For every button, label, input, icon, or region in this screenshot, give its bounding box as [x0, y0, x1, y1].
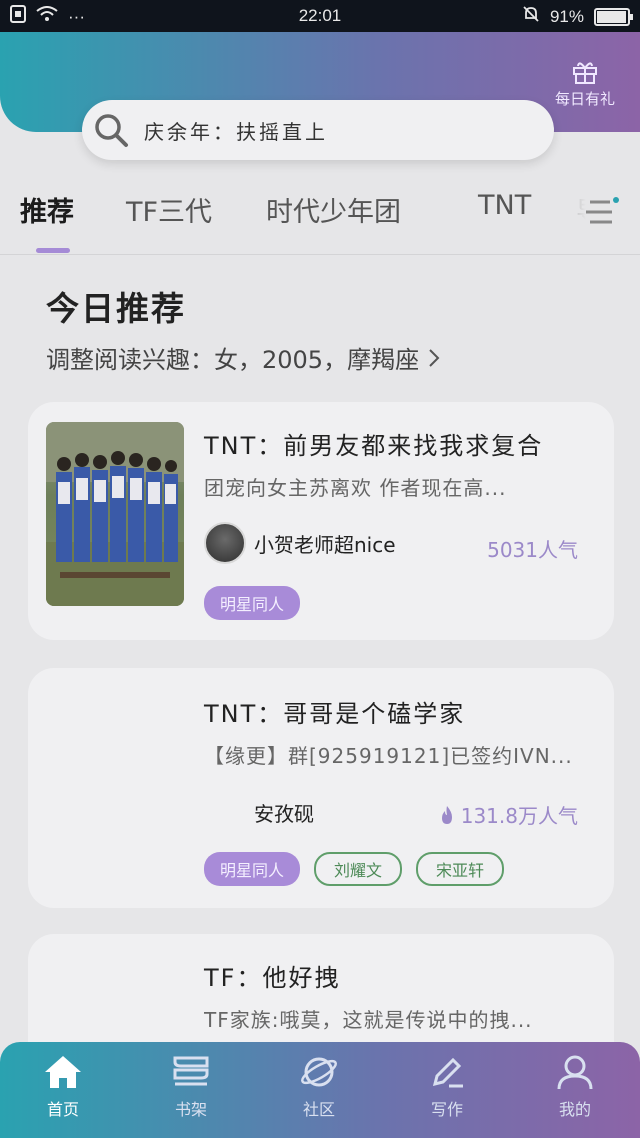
book-card[interactable]: TNT：哥哥是个磕学家 【缘更】群[925919121]已签约IVN... 安孜…	[28, 668, 614, 908]
book-title: TF：他好拽	[204, 964, 341, 992]
book-description: 团宠向女主苏离欢 作者现在高...	[204, 476, 507, 500]
tag[interactable]: 明星同人	[204, 586, 301, 620]
bottom-navigation: 首页 书架 社区 写作 我的	[0, 1042, 640, 1138]
nav-write[interactable]: 写作	[402, 1054, 492, 1120]
tab-tnt-group[interactable]: 时代少年团	[266, 190, 401, 229]
profile-icon	[557, 1055, 593, 1090]
pen-icon	[432, 1057, 463, 1088]
status-bar: ··· 22:01 91%	[0, 0, 640, 32]
nav-label: 书架	[174, 1100, 207, 1119]
battery-icon	[594, 7, 633, 26]
book-cover	[46, 422, 184, 606]
home-icon	[45, 1056, 81, 1088]
nav-label: 首页	[46, 1100, 79, 1119]
tab-tf3[interactable]: TF三代	[126, 190, 212, 229]
gift-icon	[573, 62, 597, 84]
tab-menu-button[interactable]	[558, 192, 628, 238]
tag[interactable]: 刘耀文	[314, 852, 403, 886]
book-card[interactable]: TNT：前男友都来找我求复合 团宠向女主苏离欢 作者现在高... 小贺老师超ni…	[28, 402, 614, 640]
tab-tnt[interactable]: TNT	[478, 190, 531, 221]
section-title: 今日推荐	[46, 289, 186, 328]
nav-bookshelf[interactable]: 书架	[146, 1054, 236, 1120]
bookshelf-icon	[173, 1056, 209, 1086]
book-title: TNT：哥哥是个磕学家	[204, 700, 466, 728]
active-tab-indicator	[36, 248, 70, 253]
search-placeholder: 庆余年：扶摇直上	[144, 119, 328, 144]
mute-bell-icon	[522, 5, 540, 28]
tag-row: 明星同人 刘耀文 宋亚轩	[204, 852, 505, 886]
author-name: 安孜砚	[254, 802, 314, 826]
nav-label: 社区	[302, 1100, 335, 1119]
book-title: TNT：前男友都来找我求复合	[204, 432, 544, 460]
battery-fill	[597, 10, 627, 23]
gift-label: 每日有礼	[554, 90, 615, 108]
category-tabs: 推荐 TF三代 时代少年团 TNT 导	[0, 190, 640, 253]
search-bar[interactable]: 庆余年：扶摇直上	[82, 100, 554, 160]
nav-home[interactable]: 首页	[18, 1054, 108, 1120]
tabs-divider	[0, 254, 640, 255]
nav-profile[interactable]: 我的	[530, 1054, 620, 1120]
tab-recommend[interactable]: 推荐	[20, 190, 74, 229]
popularity: 131.8万人气	[439, 800, 578, 829]
book-description: 【缘更】群[925919121]已签约IVN...	[204, 744, 573, 768]
interest-settings-link[interactable]: 调整阅读兴趣：女，2005，摩羯座	[46, 340, 441, 375]
popularity: 5031人气	[487, 538, 578, 562]
planet-icon	[301, 1057, 337, 1087]
battery-percent: 91%	[549, 6, 584, 26]
search-icon	[95, 114, 128, 147]
popularity-value: 131.8万人气	[460, 804, 578, 828]
author[interactable]: 小贺老师超nice	[204, 522, 396, 564]
menu-icon	[586, 197, 619, 224]
book-description: TF家族:哦莫，这就是传说中的拽...	[204, 1008, 533, 1032]
nav-community[interactable]: 社区	[274, 1054, 364, 1120]
tag[interactable]: 宋亚轩	[416, 852, 505, 886]
nav-label: 我的	[558, 1100, 591, 1119]
avatar	[204, 522, 246, 564]
status-right: 91%	[522, 5, 633, 28]
flame-icon	[441, 805, 452, 824]
tag-row: 明星同人	[204, 586, 301, 620]
author-name: 小贺老师超nice	[254, 532, 396, 557]
nav-label: 写作	[430, 1100, 463, 1119]
chevron-right-icon	[429, 348, 440, 367]
daily-gift-button[interactable]: 每日有礼	[548, 60, 622, 109]
author[interactable]: 安孜砚	[254, 798, 314, 827]
tag[interactable]: 明星同人	[204, 852, 301, 886]
interest-text: 调整阅读兴趣：女，2005，摩羯座	[46, 346, 420, 374]
